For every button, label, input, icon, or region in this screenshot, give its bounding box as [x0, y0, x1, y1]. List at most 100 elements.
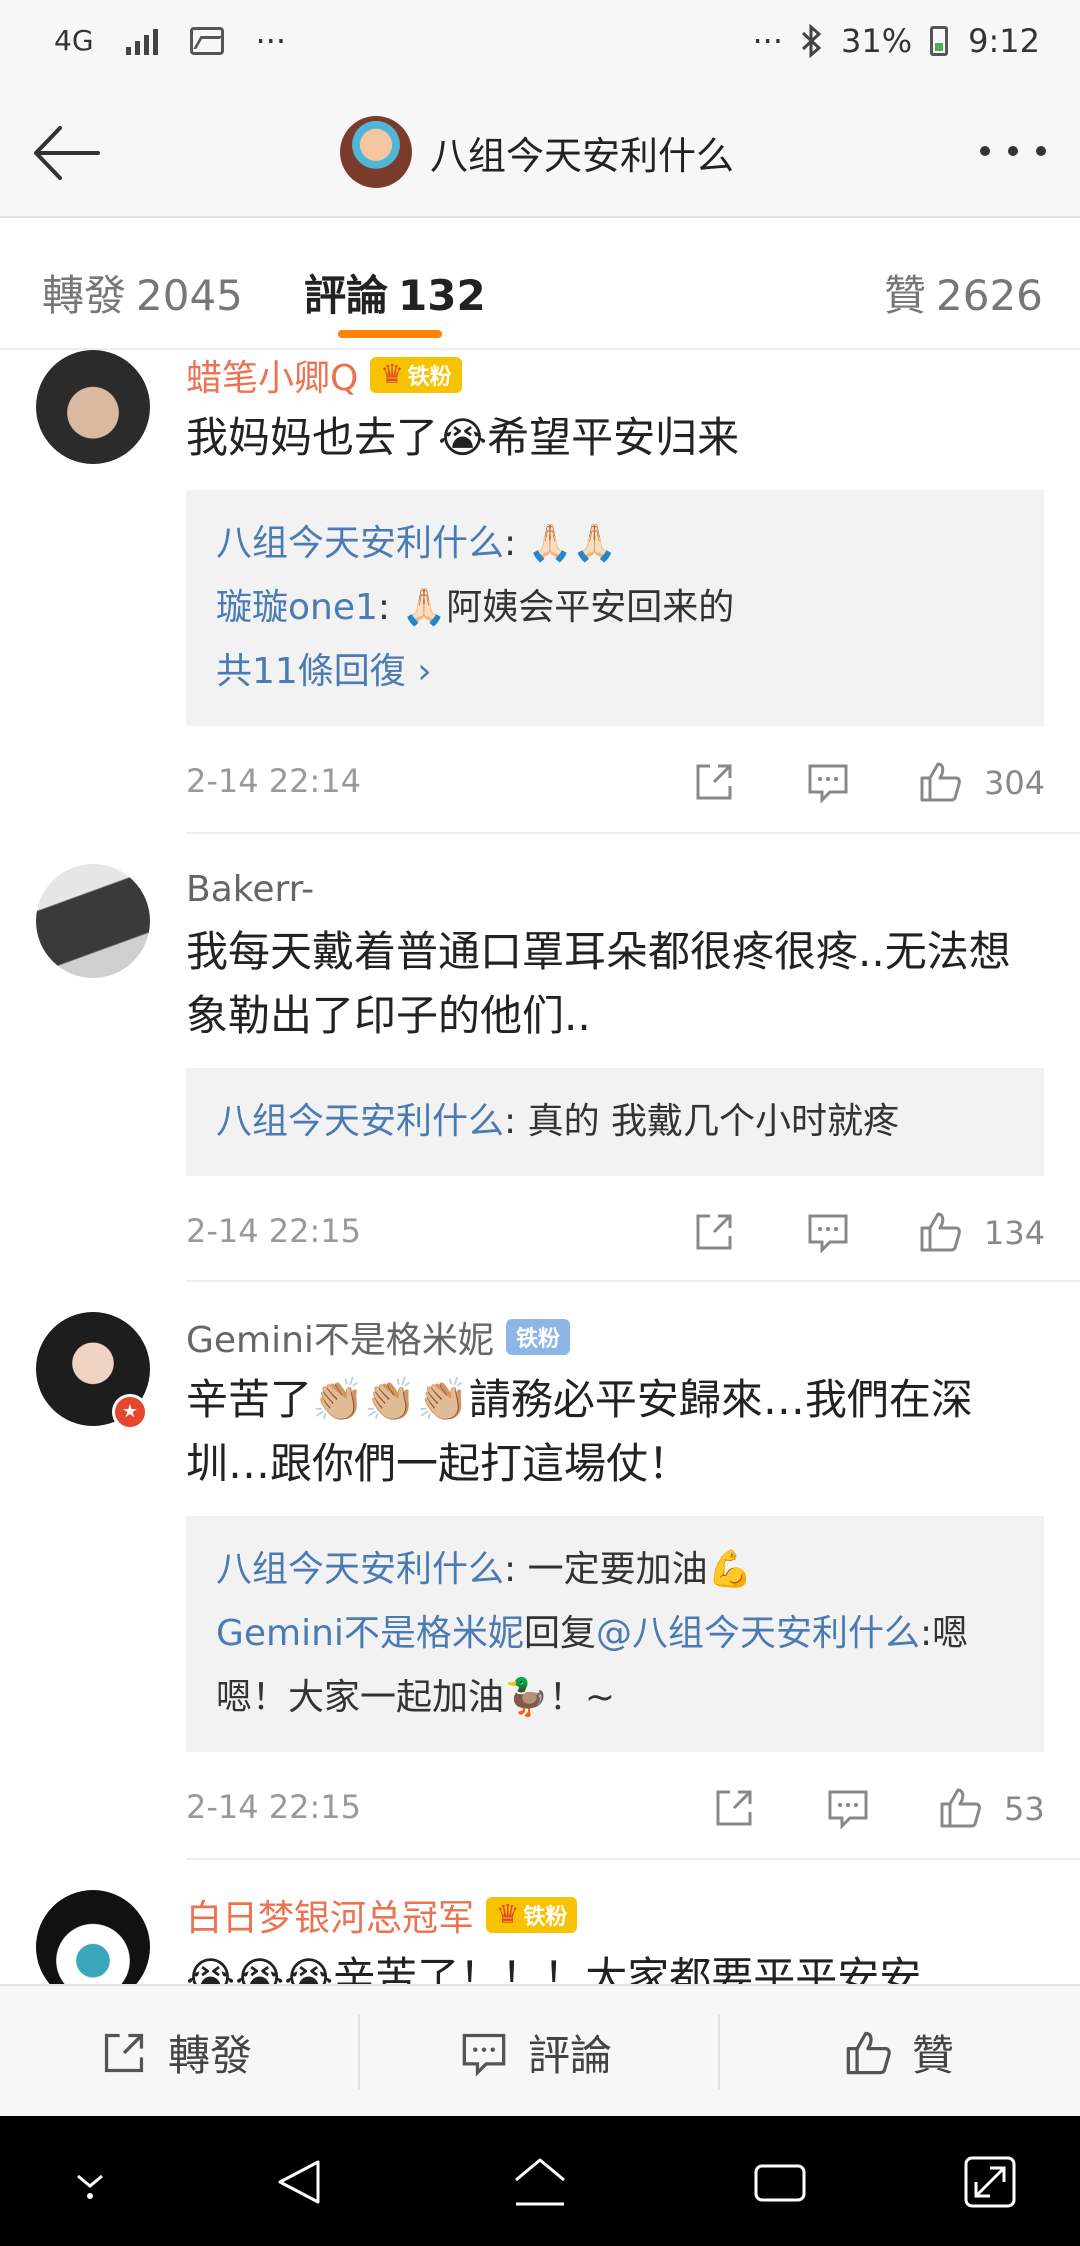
comment-time: 2-14 22:15 — [186, 1788, 362, 1826]
avatar[interactable] — [36, 864, 150, 978]
home-nav-icon[interactable] — [512, 2154, 568, 2210]
like-count: 134 — [984, 1214, 1046, 1252]
reply-preview[interactable]: 八组今天安利什么: 真的 我戴几个小时就疼 — [186, 1068, 1044, 1176]
reply-text: 一定要加油💪 — [527, 1549, 753, 1590]
tab-likes-count: 2626 — [936, 271, 1043, 320]
divider — [186, 1280, 1080, 1282]
reply-text: 真的 我戴几个小时就疼 — [527, 1101, 900, 1142]
more-options-icon[interactable] — [980, 146, 1046, 156]
comment-icon[interactable] — [806, 1210, 850, 1254]
username[interactable]: Bakerr- — [186, 869, 314, 910]
header-avatar[interactable] — [340, 116, 412, 188]
username[interactable]: 蜡笔小卿Q — [186, 350, 358, 401]
divider — [358, 2014, 360, 2090]
comment-text: 我每天戴着普通口罩耳朵都很疼很疼..无法想象勒出了印子的他们.. — [186, 927, 1011, 1040]
tab-bar: 轉發 2045 評論 132 贊 2626 — [0, 218, 1080, 350]
divider — [718, 2014, 720, 2090]
battery-icon — [930, 26, 949, 56]
like-count: 304 — [984, 764, 1046, 802]
fan-badge-label: 铁粉 — [523, 1905, 568, 1930]
fan-badge: ♛ 铁粉 — [486, 1897, 578, 1933]
reply-username[interactable]: 璇璇one1 — [216, 587, 378, 628]
reply-username[interactable]: 八组今天安利什么 — [216, 523, 504, 564]
top-bar: 八组今天安利什么 — [0, 90, 1080, 218]
reply-line: 八组今天安利什么: 🙏🏻🙏🏻 — [216, 512, 1014, 576]
share-icon[interactable] — [692, 1210, 736, 1254]
header-profile[interactable]: 八组今天安利什么 — [340, 116, 734, 188]
username[interactable]: 白日梦银河总冠军 — [186, 1889, 474, 1941]
reply-verb: 回复 — [523, 1613, 596, 1654]
comment-text: 😭😭😭辛苦了！！！大家都要平平安安 — [186, 1953, 922, 1984]
like-label: 贊 — [912, 2031, 955, 2080]
comment-icon[interactable] — [806, 760, 850, 804]
comment-text: 我妈妈也去了😭希望平安归来 — [186, 413, 740, 462]
comment-icon[interactable] — [826, 1786, 870, 1830]
tab-comments-count: 132 — [398, 271, 486, 320]
tab-comments-label: 評論 — [304, 271, 389, 320]
hide-keyboard-icon[interactable] — [62, 2154, 118, 2210]
back-nav-icon[interactable] — [272, 2154, 328, 2210]
repost-label: 轉發 — [168, 2031, 253, 2080]
reply-mention[interactable]: @八组今天安利什么 — [596, 1613, 920, 1654]
reply-separator: : — [504, 1101, 528, 1142]
reply-username[interactable]: 八组今天安利什么 — [216, 1549, 504, 1590]
comment-text: 辛苦了👏🏼👏🏼👏🏼請務必平安歸來…我們在深圳…跟你們一起打這場仗！ — [186, 1375, 973, 1488]
reply-line: 璇璇one1: 🙏🏻阿姨会平安回来的 — [216, 576, 1014, 640]
reply-separator: : — [504, 523, 528, 564]
reply-username[interactable]: Gemini不是格米妮 — [216, 1613, 524, 1654]
reply-preview[interactable]: 八组今天安利什么: 一定要加油💪 Gemini不是格米妮回复@八组今天安利什么:… — [186, 1516, 1044, 1752]
network-indicator: 4G — [54, 24, 94, 57]
divider — [186, 1858, 1080, 1860]
comment-list[interactable]: 蜡笔小卿Q ♛ 铁粉 我妈妈也去了😭希望平安归来 八组今天安利什么: 🙏🏻🙏🏻 璇… — [0, 350, 1080, 1984]
repost-button[interactable]: 轉發 — [100, 2022, 252, 2083]
system-nav-bar — [0, 2116, 1080, 2246]
fan-badge-label: 铁粉 — [407, 365, 452, 390]
reply-text: 🙏🏻阿姨会平安回来的 — [401, 587, 735, 628]
active-tab-indicator — [338, 330, 442, 338]
signal-icon — [125, 27, 158, 55]
clock: 9:12 — [968, 22, 1040, 60]
reply-separator: : — [504, 1549, 528, 1590]
recents-nav-icon[interactable] — [752, 2154, 808, 2210]
like-icon[interactable] — [918, 1210, 962, 1254]
bottom-action-bar: 轉發 評論 贊 — [0, 1984, 1080, 2116]
page-title: 八组今天安利什么 — [430, 133, 735, 178]
battery-percent: 31% — [841, 22, 913, 60]
comment-label: 評論 — [528, 2031, 613, 2080]
back-arrow-icon[interactable] — [28, 118, 104, 188]
crown-icon: ♛ — [496, 1900, 520, 1930]
tab-likes-label: 贊 — [884, 271, 927, 320]
fan-badge: 铁粉 — [505, 1319, 570, 1355]
like-count: 53 — [1004, 1790, 1045, 1828]
comment-button[interactable]: 評論 — [460, 2022, 612, 2083]
crown-icon: ♛ — [380, 360, 404, 390]
expand-icon[interactable] — [962, 2154, 1018, 2210]
reply-separator: : — [919, 1613, 933, 1654]
avatar[interactable] — [36, 1890, 150, 1984]
bluetooth-icon — [801, 24, 822, 58]
tab-likes[interactable]: 贊 2626 — [884, 262, 1043, 323]
divider — [186, 832, 1080, 834]
share-icon[interactable] — [712, 1786, 756, 1830]
tab-repost[interactable]: 轉發 2045 — [42, 262, 243, 323]
username[interactable]: Gemini不是格米妮 — [186, 1311, 494, 1363]
image-icon — [189, 27, 224, 55]
tab-comments[interactable]: 評論 132 — [304, 262, 486, 323]
like-icon[interactable] — [938, 1786, 982, 1830]
more-notifications-icon: ··· — [255, 22, 287, 60]
more-status-icon: ··· — [752, 22, 784, 60]
more-replies-link[interactable]: 共11條回復 › — [216, 640, 1014, 704]
reply-preview[interactable]: 八组今天安利什么: 🙏🏻🙏🏻 璇璇one1: 🙏🏻阿姨会平安回来的 共11條回復… — [186, 490, 1044, 726]
reply-line: Gemini不是格米妮回复@八组今天安利什么:嗯嗯！大家一起加油🦆！~ — [216, 1602, 1014, 1730]
share-icon[interactable] — [692, 760, 736, 804]
comment-time: 2-14 22:15 — [186, 1212, 362, 1250]
reply-text: 🙏🏻🙏🏻 — [527, 523, 618, 564]
avatar[interactable] — [36, 350, 150, 464]
like-icon[interactable] — [918, 760, 962, 804]
status-bar: 4G ··· ··· 31% 9:12 — [0, 0, 1080, 90]
reply-separator: : — [377, 587, 402, 628]
reply-username[interactable]: 八组今天安利什么 — [216, 1101, 504, 1142]
like-icon — [846, 2031, 891, 2074]
reply-line: 八组今天安利什么: 真的 我戴几个小时就疼 — [216, 1090, 1014, 1154]
like-button[interactable]: 贊 — [844, 2022, 954, 2083]
